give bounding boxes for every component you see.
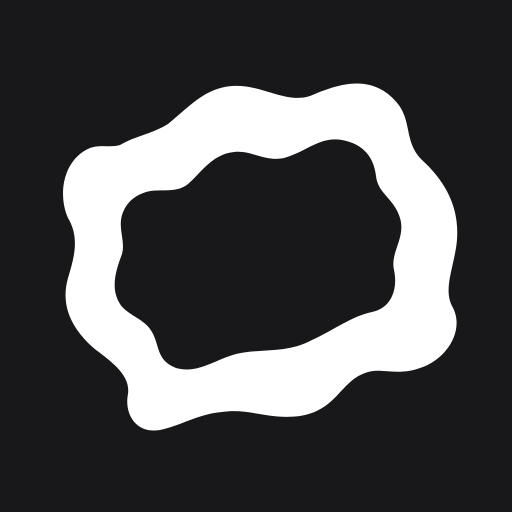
blob-ring-logo-icon xyxy=(63,83,458,431)
blob-ring-shape xyxy=(63,83,458,431)
app-icon-canvas xyxy=(0,0,512,512)
